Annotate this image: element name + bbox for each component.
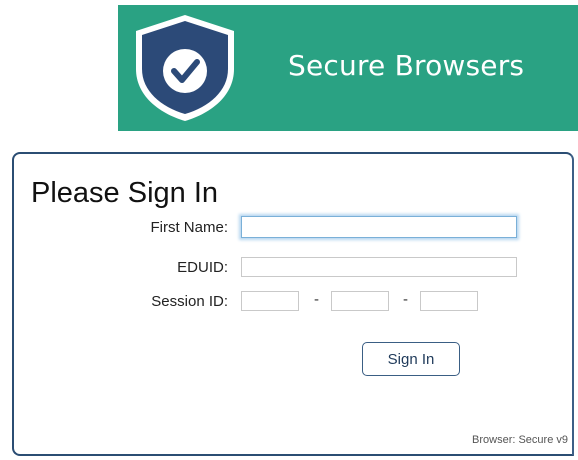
shield-check-icon xyxy=(136,15,234,121)
session-separator: - xyxy=(314,291,319,308)
first-name-field[interactable] xyxy=(241,216,517,238)
session-id-label: Session ID: xyxy=(151,293,228,310)
session-id-part3-field[interactable] xyxy=(420,291,478,311)
sign-in-button[interactable]: Sign In xyxy=(362,342,460,376)
page: Secure Browsers Please Sign In First Nam… xyxy=(0,0,578,460)
signin-title: Please Sign In xyxy=(31,177,219,209)
session-id-part2-field[interactable] xyxy=(331,291,389,311)
first-name-label: First Name: xyxy=(150,219,228,236)
brand-title: Secure Browsers xyxy=(288,49,525,82)
signin-panel: Please Sign In First Name: EDUID: Sessio… xyxy=(12,152,574,456)
session-id-part1-field[interactable] xyxy=(241,291,299,311)
eduid-label: EDUID: xyxy=(177,259,228,276)
brand-banner: Secure Browsers xyxy=(118,5,578,131)
eduid-field[interactable] xyxy=(241,257,517,277)
session-separator: - xyxy=(403,291,408,308)
browser-version-text: Browser: Secure v9 xyxy=(472,434,568,446)
